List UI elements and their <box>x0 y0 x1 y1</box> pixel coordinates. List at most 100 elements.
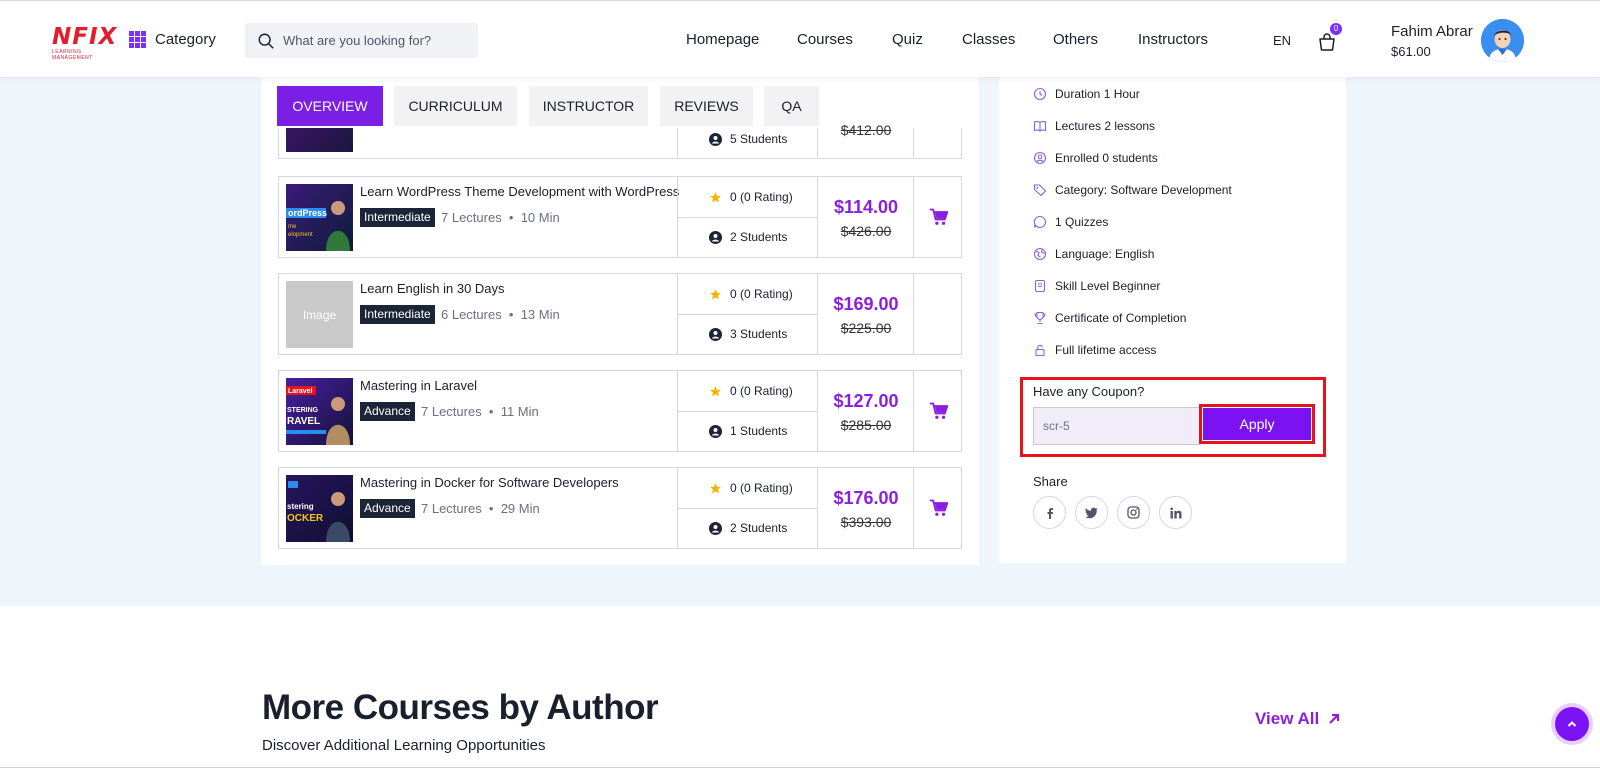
language-selector[interactable]: EN <box>1273 33 1291 48</box>
svg-text:stering: stering <box>287 502 314 511</box>
course-thumbnail[interactable]: stering OCKER <box>286 475 353 542</box>
svg-text:ordPress: ordPress <box>288 208 327 218</box>
svg-text:OCKER: OCKER <box>287 513 324 524</box>
tab-qa[interactable]: QA <box>764 86 819 126</box>
nav-homepage[interactable]: Homepage <box>686 31 759 48</box>
course-title[interactable]: Mastering in Docker for Software Develop… <box>360 475 619 490</box>
students-count: 3 Students <box>709 327 787 341</box>
nav-others[interactable]: Others <box>1053 31 1098 48</box>
coupon-input[interactable] <box>1033 407 1201 445</box>
add-to-cart-icon[interactable] <box>929 207 949 227</box>
rating: 0 (0 Rating) <box>709 384 793 398</box>
tab-curriculum[interactable]: CURRICULUM <box>394 86 517 126</box>
search-icon <box>258 33 274 49</box>
arrow-up-right-icon <box>1329 713 1340 724</box>
table-row: Laravel STERING RAVEL Mastering in Larav… <box>278 370 962 452</box>
view-all-link[interactable]: View All <box>1255 709 1341 729</box>
add-to-cart-icon[interactable] <box>929 498 949 518</box>
top-header: NFIX LEARNING MANAGEMENT Category Homepa… <box>0 0 1600 77</box>
star-icon <box>710 288 721 299</box>
students-count: 1 Students <box>709 424 787 438</box>
nav-instructors[interactable]: Instructors <box>1138 31 1208 48</box>
nav-courses[interactable]: Courses <box>797 31 853 48</box>
category-menu[interactable]: Category <box>129 31 216 48</box>
level-badge: Intermediate <box>360 305 435 324</box>
star-icon <box>710 385 721 396</box>
level-badge: Advance <box>360 402 415 421</box>
table-row: ordPress me elopment Learn WordPress The… <box>278 176 962 258</box>
nav-quiz[interactable]: Quiz <box>892 31 923 48</box>
course-price: $127.00 <box>833 391 899 411</box>
tag-icon <box>1033 184 1047 197</box>
share-title: Share <box>1033 474 1068 489</box>
feature-skill-level: Skill Level Beginner <box>1033 279 1160 293</box>
tab-reviews[interactable]: REVIEWS <box>660 86 753 126</box>
add-to-cart-icon[interactable] <box>929 401 949 421</box>
feature-duration: Duration 1 Hour <box>1033 87 1140 101</box>
course-title[interactable]: Learn WordPress Theme Development with W… <box>360 184 679 199</box>
level-badge: Intermediate <box>360 208 435 227</box>
instagram-icon[interactable] <box>1117 496 1150 529</box>
globe-icon <box>1033 247 1047 261</box>
trophy-icon <box>1034 311 1046 325</box>
feature-enrolled: Enrolled 0 students <box>1033 151 1158 165</box>
document-icon <box>1034 279 1046 293</box>
table-row: Image Learn English in 30 Days Intermedi… <box>278 273 962 355</box>
feature-category: Category: Software Development <box>1033 183 1232 197</box>
user-icon <box>709 327 722 341</box>
lock-icon <box>1035 344 1045 357</box>
students-label: 5 Students <box>730 132 788 146</box>
user-icon <box>709 230 722 244</box>
tab-instructor[interactable]: INSTRUCTOR <box>529 86 648 126</box>
lectures-count: 7 Lectures • 11 Min <box>421 404 539 419</box>
clock-icon <box>1033 87 1047 101</box>
category-label: Category <box>155 31 216 48</box>
old-price: $285.00 <box>840 417 892 433</box>
course-title[interactable]: Learn English in 30 Days <box>360 281 505 296</box>
lectures-count: 6 Lectures • 13 Min <box>441 307 560 322</box>
book-icon <box>1033 120 1047 132</box>
course-thumbnail[interactable]: ordPress me elopment <box>286 184 353 251</box>
apply-coupon-button[interactable]: Apply <box>1203 408 1311 440</box>
students-count: 2 Students <box>709 230 787 244</box>
user-circle-icon <box>1033 151 1047 165</box>
course-thumbnail[interactable] <box>286 128 353 152</box>
facebook-icon[interactable] <box>1033 496 1066 529</box>
lectures-count: 7 Lectures • 10 Min <box>441 210 560 225</box>
course-thumbnail[interactable]: Laravel STERING RAVEL <box>286 378 353 445</box>
twitter-icon[interactable] <box>1075 496 1108 529</box>
svg-text:me: me <box>288 224 297 230</box>
section-subtitle: Discover Additional Learning Opportuniti… <box>262 737 546 754</box>
nav-classes[interactable]: Classes <box>962 31 1015 48</box>
table-row: 5 Students $412.00 <box>278 122 962 159</box>
svg-text:Laravel: Laravel <box>288 388 313 395</box>
students-count: 5 Students <box>709 132 787 146</box>
scroll-to-top-button[interactable] <box>1555 707 1589 741</box>
cart-count-badge: 0 <box>1330 23 1342 35</box>
lectures-count: 7 Lectures • 29 Min <box>421 501 540 516</box>
rating: 0 (0 Rating) <box>709 287 793 301</box>
logo-subtext: LEARNING MANAGEMENT <box>52 49 93 61</box>
user-name[interactable]: Fahim Abrar <box>1391 23 1473 40</box>
grid-icon <box>129 31 146 48</box>
course-thumbnail[interactable]: Image <box>286 281 353 348</box>
search-input[interactable] <box>283 33 463 48</box>
site-logo[interactable]: NFIX LEARNING MANAGEMENT <box>52 25 118 61</box>
feature-lectures: Lectures 2 lessons <box>1033 119 1155 133</box>
course-title[interactable]: Mastering in Laravel <box>360 378 477 393</box>
avatar[interactable] <box>1481 19 1524 62</box>
table-row: stering OCKER Mastering in Docker for So… <box>278 467 962 549</box>
course-price: $169.00 <box>833 294 899 314</box>
feature-language: Language: English <box>1033 247 1154 261</box>
user-icon <box>709 132 722 146</box>
svg-text:elopment: elopment <box>288 232 313 238</box>
tab-overview[interactable]: OVERVIEW <box>277 86 383 126</box>
star-icon <box>710 191 721 202</box>
linkedin-icon[interactable] <box>1159 496 1192 529</box>
user-icon <box>709 521 722 535</box>
chat-icon <box>1033 215 1047 229</box>
feature-certificate: Certificate of Completion <box>1033 311 1186 325</box>
course-price: $176.00 <box>833 488 899 508</box>
feature-lifetime-access: Full lifetime access <box>1033 343 1156 357</box>
star-icon <box>710 482 721 493</box>
